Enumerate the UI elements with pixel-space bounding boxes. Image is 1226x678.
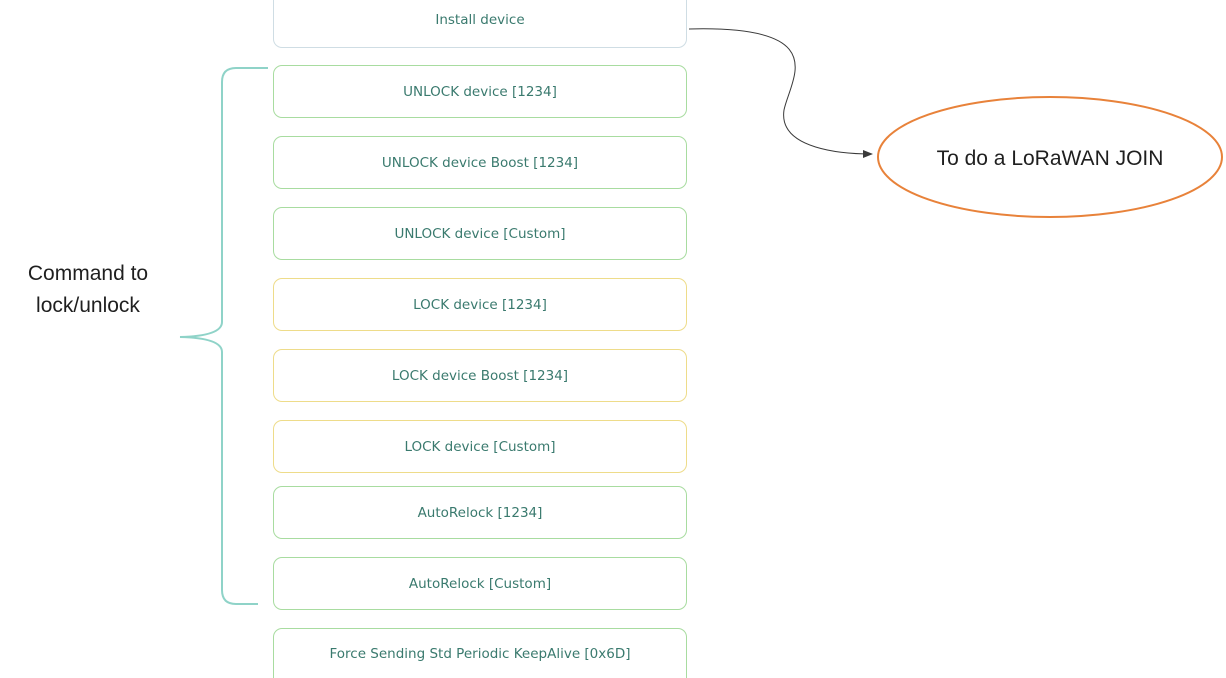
lock-group-annotation-line1: Command to [27,262,149,285]
lock-group-annotation-line2: lock/unlock [36,294,140,317]
force-keepalive-button[interactable]: Force Sending Std Periodic KeepAlive [0x… [273,628,687,678]
install-device-button[interactable]: Install device [273,0,687,48]
lock-device-custom-button[interactable]: LOCK device [Custom] [273,420,687,473]
unlock-device-custom-button[interactable]: UNLOCK device [Custom] [273,207,687,260]
lock-device-button[interactable]: LOCK device [1234] [273,278,687,331]
lock-device-boost-button[interactable]: LOCK device Boost [1234] [273,349,687,402]
unlock-device-boost-button[interactable]: UNLOCK device Boost [1234] [273,136,687,189]
lock-group-brace [179,67,268,605]
autorelock-custom-button[interactable]: AutoRelock [Custom] [273,557,687,610]
join-arrow [688,28,873,158]
unlock-device-button[interactable]: UNLOCK device [1234] [273,65,687,118]
autorelock-button[interactable]: AutoRelock [1234] [273,486,687,539]
join-note: To do a LoRaWAN JOIN [936,147,1164,170]
lock-group-annotation: Command to lock/unlock [0,258,176,322]
